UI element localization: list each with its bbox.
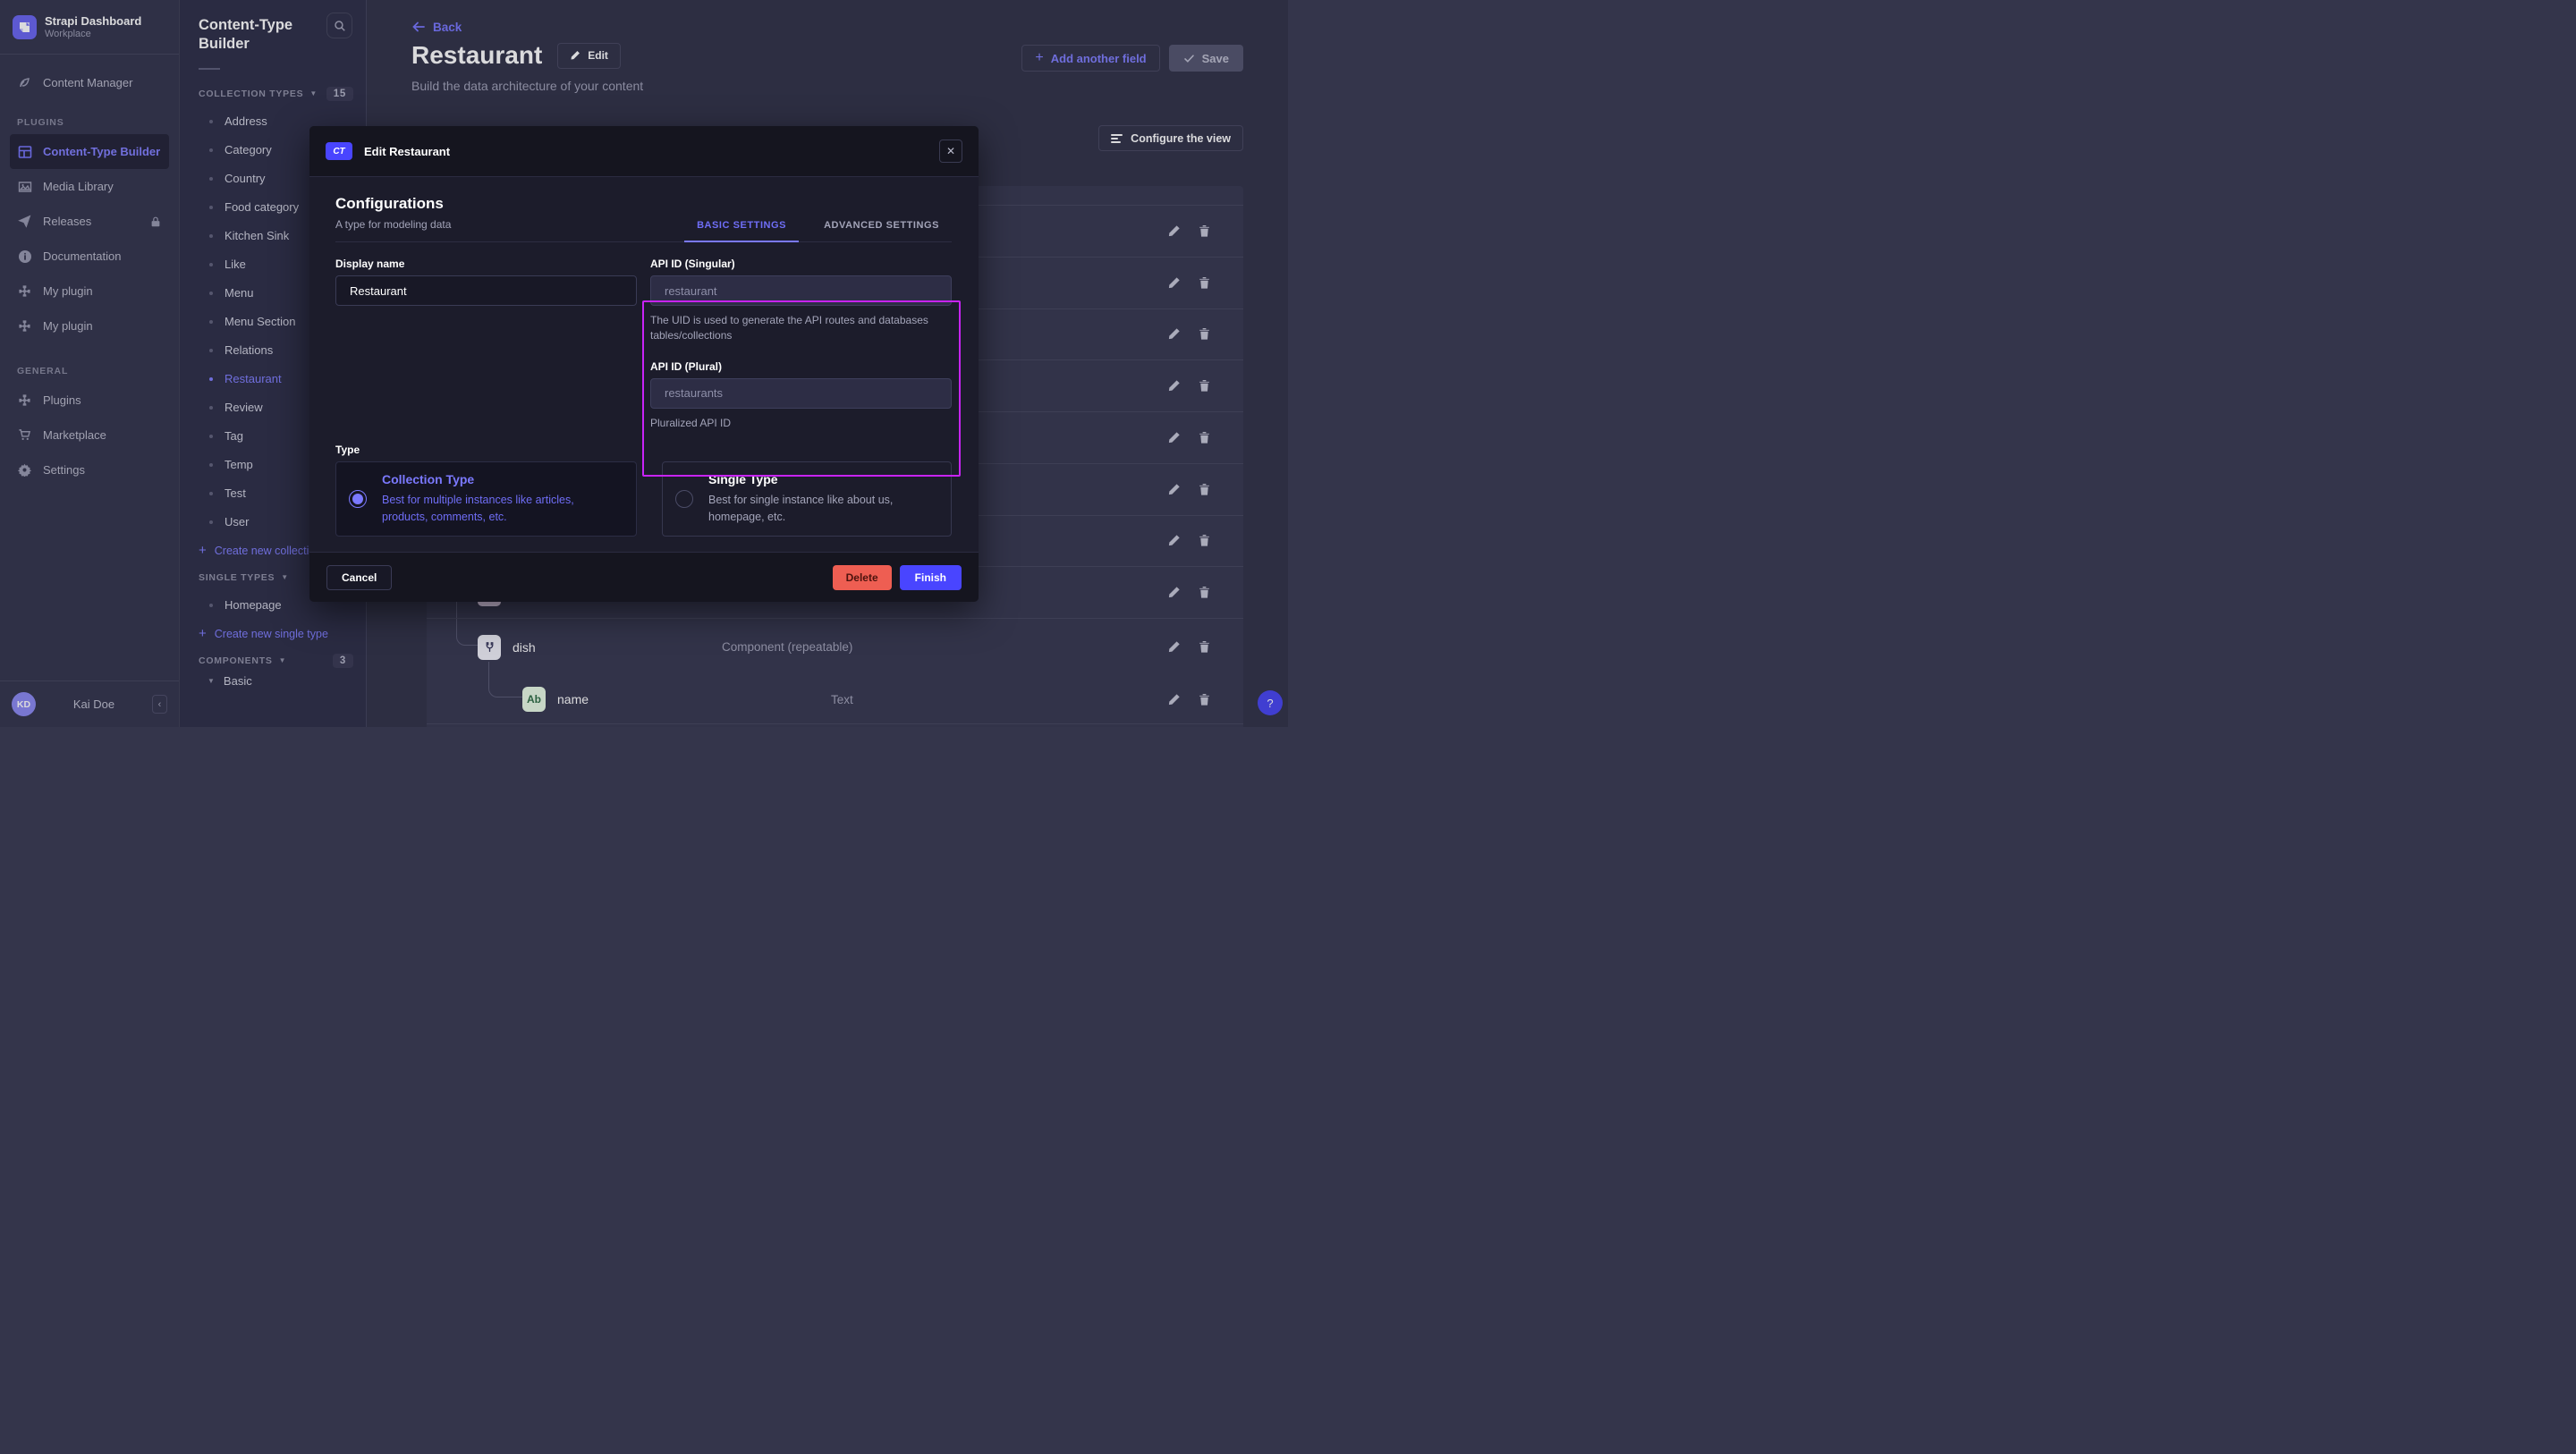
tab-advanced-settings[interactable]: ADVANCED SETTINGS [811,220,952,242]
tab-basic-settings[interactable]: BASIC SETTINGS [684,220,799,242]
delete-button[interactable]: Delete [833,565,892,590]
type-label: Type [335,444,952,456]
api-id-singular-hint: The UID is used to generate the API rout… [650,313,945,344]
modal-footer: Cancel Delete Finish [309,552,979,602]
configurations-title: Configurations [335,195,451,213]
radio-unselected-icon[interactable] [675,490,693,508]
settings-tabs: BASIC SETTINGS ADVANCED SETTINGS [684,220,952,241]
modal-header: CT Edit Restaurant ✕ [309,126,979,177]
content-type-badge: CT [326,142,352,160]
collection-type-card[interactable]: Collection Type Best for multiple instan… [335,461,637,537]
modal-body: Configurations A type for modeling data … [309,177,979,537]
api-id-plural-label: API ID (Plural) [650,360,952,373]
radio-selected-icon[interactable] [349,490,367,508]
api-id-singular-input[interactable]: restaurant [650,275,952,306]
api-id-plural-input[interactable]: restaurants [650,378,952,409]
api-id-singular-label: API ID (Singular) [650,258,952,270]
finish-button[interactable]: Finish [900,565,962,590]
close-icon[interactable]: ✕ [939,139,962,163]
modal-title: Edit Restaurant [364,145,450,158]
cancel-button[interactable]: Cancel [326,565,392,590]
configurations-subtitle: A type for modeling data [335,218,451,231]
display-name-input[interactable]: Restaurant [335,275,637,306]
api-id-plural-hint: Pluralized API ID [650,416,945,431]
single-type-card[interactable]: Single Type Best for single instance lik… [662,461,952,537]
strapi-app: Strapi Dashboard Workplace Content Manag… [0,0,1288,727]
edit-restaurant-modal: CT Edit Restaurant ✕ Configurations A ty… [309,126,979,602]
display-name-label: Display name [335,258,637,270]
